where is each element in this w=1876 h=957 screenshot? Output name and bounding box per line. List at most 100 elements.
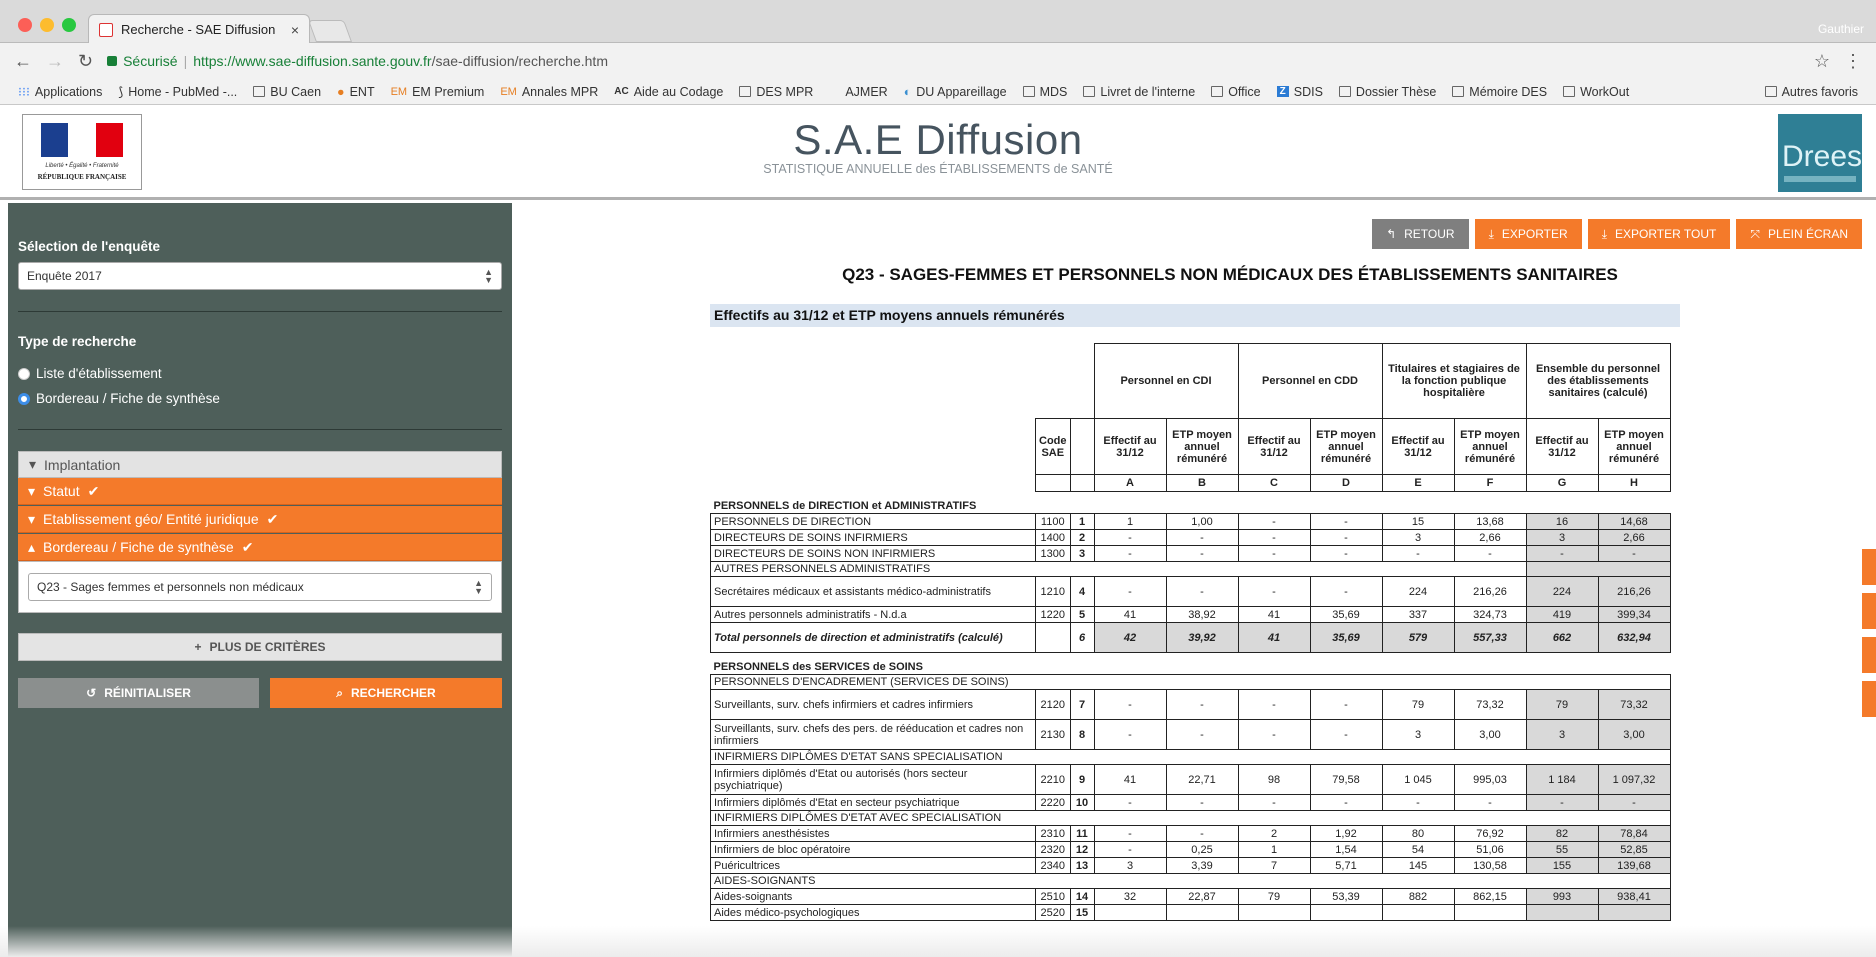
back-arrow-icon[interactable]: ←	[14, 51, 32, 72]
value-cell	[1309, 904, 1383, 921]
value-cell: 80	[1381, 825, 1455, 842]
back-button[interactable]: ↰ RETOUR	[1372, 219, 1469, 249]
bookmark-item[interactable]: ⁝⁝⁝ Applications	[18, 84, 102, 100]
lock-icon	[107, 56, 118, 66]
value-cell: 995,03	[1453, 764, 1527, 795]
value-cell: -	[1237, 689, 1311, 720]
bookmark-item[interactable]: ⟆ Home - PubMed -...	[118, 84, 237, 100]
bookmark-item[interactable]: EM EM Premium	[391, 85, 485, 99]
bookmark-item[interactable]: ◐ DU Appareillage	[904, 85, 1007, 99]
bookmark-item[interactable]: Office	[1211, 85, 1261, 99]
window-controls[interactable]	[18, 18, 76, 32]
bookmark-item[interactable]: AC Aide au Codage	[614, 85, 723, 99]
row-label: Infirmiers diplômés d'Etat ou autorisés …	[710, 764, 1036, 795]
more-criteria-button[interactable]: + PLUS DE CRITÈRES	[18, 633, 502, 661]
sub-header: Effectif au 31/12	[1093, 418, 1167, 475]
bookmark-item[interactable]: MDS	[1022, 85, 1067, 99]
export-all-button[interactable]: ⤓ EXPORTER TOUT	[1587, 219, 1731, 249]
value-cell: 882	[1381, 888, 1455, 905]
subcategory-label: AUTRES PERSONNELS ADMINISTRATIFS	[710, 561, 1527, 577]
bookmark-folder[interactable]: Dossier Thèse	[1338, 85, 1436, 99]
select-arrows-icon: ▲ ▼	[474, 578, 483, 596]
bookmark-item[interactable]: Livret de l'interne	[1083, 85, 1195, 99]
pubmed-icon: ⟆	[118, 85, 124, 99]
row-label: Autres personnels administratifs - N.d.a	[710, 606, 1036, 623]
address-bar[interactable]: Sécurisé | https://www.sae-diffusion.san…	[107, 48, 1800, 74]
reset-button[interactable]: ↺ RÉINITIALISER	[18, 678, 259, 708]
minimize-window-icon[interactable]	[40, 18, 54, 32]
group-header: Personnel en CDD	[1237, 343, 1383, 419]
survey-select[interactable]: Enquête 2017 ▲ ▼	[18, 262, 502, 290]
code-cell: 2320	[1035, 841, 1071, 858]
table-row: AIDES-SOIGNANTS	[710, 873, 1671, 889]
bookmark-folder[interactable]: Mémoire DES	[1452, 85, 1547, 99]
row-label: Surveillants, surv. chefs infirmiers et …	[710, 689, 1036, 720]
drees-logo[interactable]: Drees	[1778, 114, 1862, 192]
bookmark-item[interactable]: EM Annales MPR	[500, 85, 598, 99]
table-row: Secrétaires médicaux et assistants médic…	[710, 576, 1671, 607]
bordereau-select[interactable]: Q23 - Sages femmes et personnels non méd…	[28, 573, 492, 601]
accordion-implantation[interactable]: ▾ Implantation	[18, 451, 502, 478]
sub-header: Effectif au 31/12	[1525, 418, 1599, 475]
ent-icon: ●	[337, 84, 345, 99]
folder-icon	[1563, 86, 1576, 97]
caret-up-icon: ▴	[28, 538, 36, 555]
value-cell: 224	[1381, 576, 1455, 607]
bookmark-item[interactable]: DES MPR	[739, 85, 813, 99]
value-cell: 52,85	[1597, 841, 1671, 858]
forward-arrow-icon[interactable]: →	[46, 51, 64, 72]
close-window-icon[interactable]	[18, 18, 32, 32]
value-cell: -	[1381, 794, 1455, 811]
bookmark-item[interactable]: Z SDIS	[1276, 85, 1323, 99]
bookmark-folder[interactable]: WorkOut	[1563, 85, 1629, 99]
accordion-bordereau[interactable]: ▴ Bordereau / Fiche de synthèse ✔	[18, 534, 502, 561]
accordion-statut[interactable]: ▾ Statut ✔	[18, 478, 502, 505]
category-heading: PERSONNELS de DIRECTION et ADMINISTRATIF…	[713, 500, 977, 512]
bottom-fade	[0, 926, 1876, 957]
browser-tab[interactable]: Recherche - SAE Diffusion ×	[88, 14, 310, 44]
table-row: Infirmiers diplômés d'Etat en secteur ps…	[710, 794, 1671, 811]
bookmark-item[interactable]: BU Caen	[253, 85, 321, 99]
value-cell: 224	[1525, 576, 1599, 607]
side-tabs[interactable]	[1862, 549, 1876, 725]
value-cell	[1237, 904, 1311, 921]
line-number: 7	[1069, 689, 1095, 720]
bookmark-item[interactable]: ● ENT	[337, 85, 375, 99]
table-row: Total personnels de direction et adminis…	[710, 622, 1671, 653]
line-number: 15	[1069, 904, 1095, 921]
value-cell: 1 184	[1525, 764, 1599, 795]
bookmark-star-icon[interactable]: ☆	[1814, 51, 1830, 72]
close-tab-icon[interactable]: ×	[291, 22, 299, 38]
export-button[interactable]: ⤓ EXPORTER	[1474, 219, 1582, 249]
value-cell: -	[1309, 689, 1383, 720]
reload-icon[interactable]: ↻	[78, 51, 93, 72]
menu-dots-icon[interactable]: ⋮	[1844, 51, 1862, 72]
row-label: Infirmiers diplômés d'Etat en secteur ps…	[710, 794, 1036, 811]
table-row: DIRECTEURS DE SOINS INFIRMIERS 1400 2- - - -3…	[710, 529, 1671, 546]
cloud-icon: ◐	[903, 84, 912, 99]
value-cell: 1	[1093, 513, 1167, 530]
value-cell: 79,58	[1309, 764, 1383, 795]
bordereau-panel: Q23 - Sages femmes et personnels non méd…	[18, 561, 502, 613]
line-number: 6	[1069, 622, 1095, 653]
value-cell: 55	[1525, 841, 1599, 858]
new-tab-button[interactable]	[307, 20, 353, 42]
fullscreen-button[interactable]: ⤧ PLEIN ÉCRAN	[1736, 219, 1862, 249]
profile-name[interactable]: Gauthier	[1818, 22, 1864, 36]
value-cell: 51,06	[1453, 841, 1527, 858]
accordion-etablissement[interactable]: ▾ Etablissement géo/ Entité juridique ✔	[18, 506, 502, 533]
value-cell	[1525, 904, 1599, 921]
maximize-window-icon[interactable]	[62, 18, 76, 32]
subcategory-label: INFIRMIERS DIPLÔMES D'ETAT AVEC SPECIALI…	[710, 810, 1671, 826]
radio-liste-etablissement[interactable]: Liste d'établissement	[18, 366, 162, 381]
search-button[interactable]: ⌕ RECHERCHER	[270, 678, 502, 708]
table-row: Aides médico-psychologiques 2520 15	[710, 904, 1671, 921]
value-cell: 14,68	[1597, 513, 1671, 530]
bookmark-item[interactable]: AJMER	[845, 85, 887, 99]
value-cell: 82	[1525, 825, 1599, 842]
radio-bordereau[interactable]: Bordereau / Fiche de synthèse	[18, 391, 220, 406]
value-cell: 16	[1525, 513, 1599, 530]
other-bookmarks[interactable]: Autres favoris	[1764, 85, 1858, 99]
value-cell: 41	[1093, 606, 1167, 623]
value-cell: 632,94	[1597, 622, 1671, 653]
